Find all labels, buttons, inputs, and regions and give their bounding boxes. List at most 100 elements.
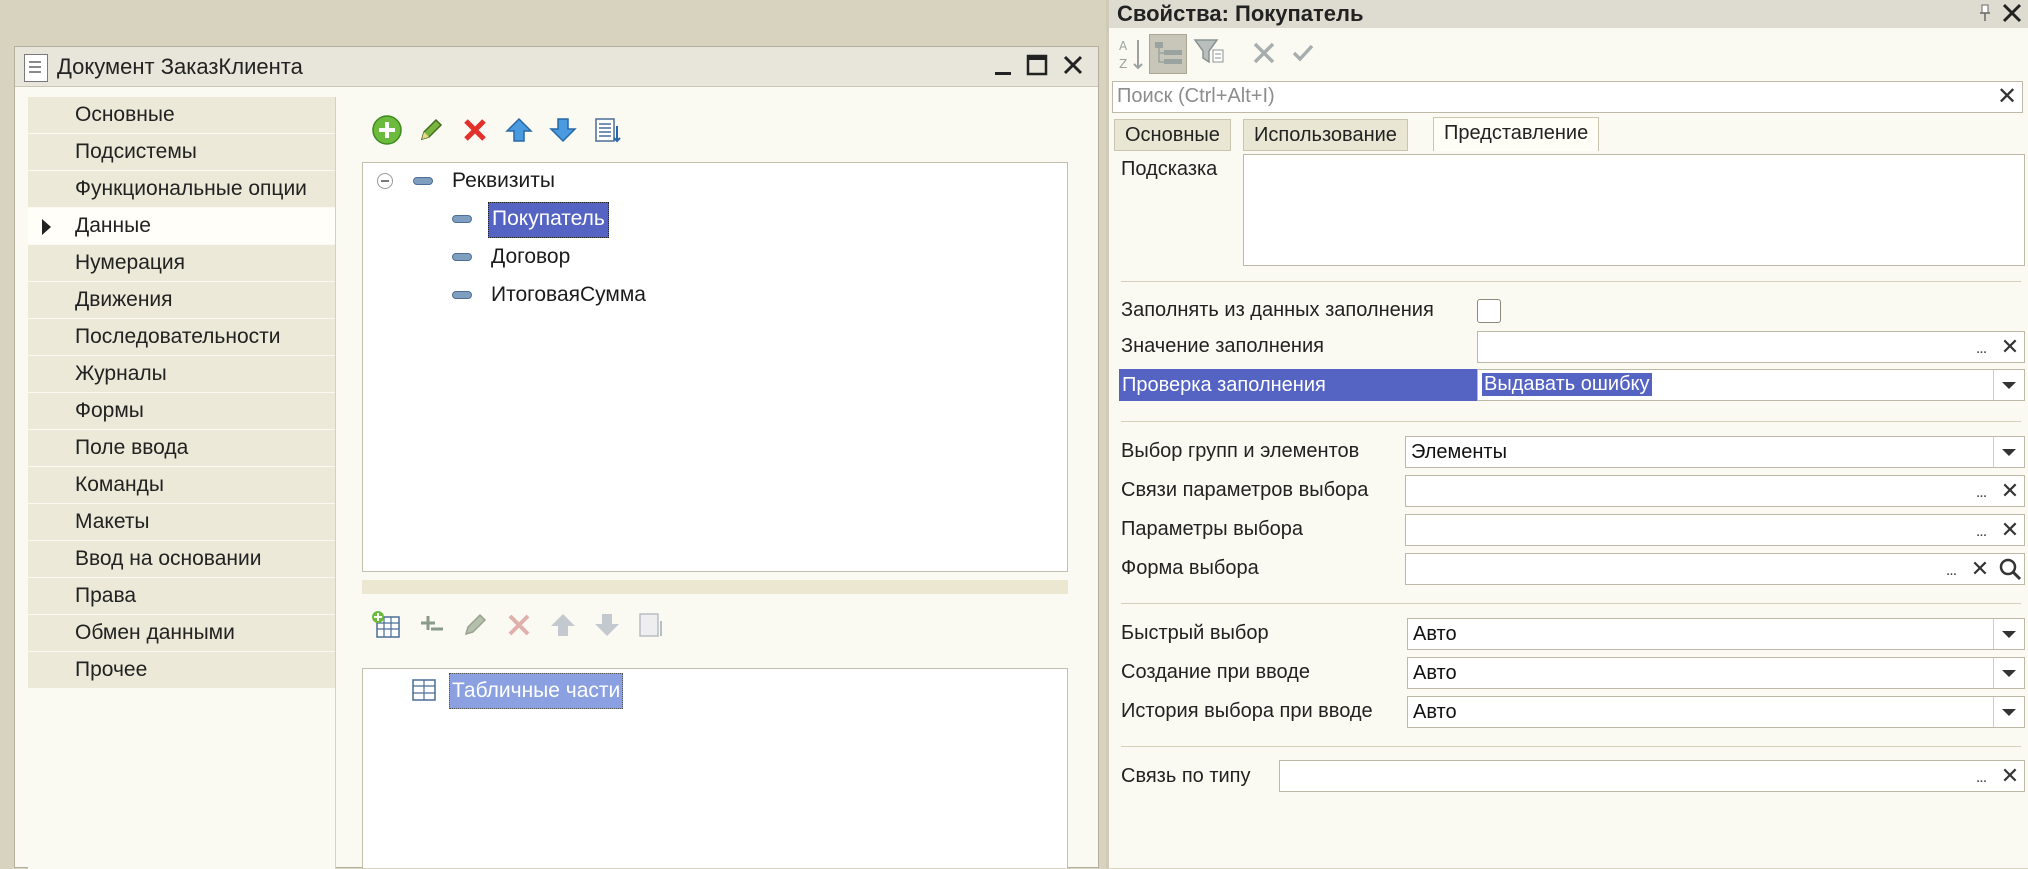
add-column-button[interactable] bbox=[414, 608, 448, 642]
choice-params-select-button[interactable]: ... bbox=[1968, 517, 1994, 543]
choice-history-select[interactable]: Авто bbox=[1407, 696, 2025, 728]
pencil-icon bbox=[420, 118, 443, 141]
choice-form-field[interactable]: ... ✕ bbox=[1405, 553, 2025, 585]
choice-groups-select[interactable]: Элементы bbox=[1405, 436, 2025, 468]
quick-choice-label: Быстрый выбор bbox=[1121, 622, 1269, 644]
sort-tabular-button[interactable] bbox=[634, 608, 668, 642]
add-table-icon bbox=[372, 611, 400, 638]
create-on-input-select[interactable]: Авто bbox=[1407, 657, 2025, 689]
cancel-button[interactable] bbox=[1251, 40, 1277, 72]
section-item[interactable]: Движения bbox=[28, 282, 335, 319]
section-item[interactable]: Формы bbox=[28, 393, 335, 430]
properties-close-button[interactable] bbox=[2000, 1, 2024, 31]
maximize-button[interactable] bbox=[1021, 51, 1053, 83]
add-button[interactable] bbox=[370, 113, 404, 147]
check-icon bbox=[1292, 44, 1314, 62]
section-item[interactable]: Журналы bbox=[28, 356, 335, 393]
section-item-label: Команды bbox=[75, 473, 164, 496]
section-item[interactable]: Нумерация bbox=[28, 245, 335, 282]
section-item[interactable]: Макеты bbox=[28, 504, 335, 541]
section-item-label: Данные bbox=[75, 214, 151, 237]
choice-groups-value: Элементы bbox=[1411, 441, 1507, 463]
attribute-icon bbox=[452, 253, 472, 261]
section-item[interactable]: Данные bbox=[28, 208, 335, 245]
edit-button[interactable] bbox=[414, 113, 448, 147]
chevron-down-icon[interactable] bbox=[1993, 619, 2024, 649]
type-link-label: Связь по типу bbox=[1121, 765, 1251, 787]
chevron-down-icon[interactable] bbox=[1993, 697, 2024, 727]
apply-button[interactable] bbox=[1291, 42, 1315, 70]
close-button[interactable] bbox=[1057, 51, 1089, 83]
properties-search[interactable]: Поиск (Ctrl+Alt+I) ✕ bbox=[1112, 81, 2023, 113]
choice-links-clear-button[interactable]: ✕ bbox=[1996, 477, 2024, 505]
section-item[interactable]: Прочее bbox=[28, 652, 335, 689]
document-title: Документ ЗаказКлиента bbox=[57, 54, 303, 79]
pencil-icon bbox=[464, 613, 487, 636]
sort-alpha-button[interactable]: AZ bbox=[1117, 36, 1147, 78]
move-up-tabular-button[interactable] bbox=[546, 608, 580, 642]
delete-tabular-button[interactable] bbox=[502, 608, 536, 642]
splitter[interactable] bbox=[362, 580, 1068, 594]
section-item[interactable]: Последовательности bbox=[28, 319, 335, 356]
section-item-label: Права bbox=[75, 584, 137, 607]
section-item-label: Подсистемы bbox=[75, 140, 197, 163]
fill-check-select[interactable]: Выдавать ошибку bbox=[1477, 369, 2025, 401]
fill-value-clear-button[interactable]: ✕ bbox=[1996, 333, 2024, 361]
tree-item-attribute[interactable]: Покупатель bbox=[488, 202, 609, 238]
choice-params-clear-button[interactable]: ✕ bbox=[1996, 516, 2024, 544]
section-item-label: Журналы bbox=[75, 362, 167, 385]
fill-value-field[interactable]: ... ✕ bbox=[1477, 331, 2025, 363]
section-item-label: Прочее bbox=[75, 658, 148, 681]
tab-basic[interactable]: Основные bbox=[1114, 119, 1231, 151]
type-link-field[interactable]: ... ✕ bbox=[1279, 760, 2025, 792]
choice-history-value: Авто bbox=[1413, 701, 1457, 723]
type-link-select-button[interactable]: ... bbox=[1968, 763, 1994, 789]
section-item[interactable]: Обмен данными bbox=[28, 615, 335, 652]
chevron-down-icon[interactable] bbox=[1993, 437, 2024, 467]
choice-form-clear-button[interactable]: ✕ bbox=[1966, 555, 1994, 583]
tree-item-attribute[interactable]: ИтоговаяСумма bbox=[491, 279, 646, 311]
pin-icon[interactable] bbox=[1978, 4, 1992, 28]
categorized-button[interactable] bbox=[1149, 34, 1187, 74]
filter-button[interactable] bbox=[1191, 34, 1227, 76]
move-down-tabular-button[interactable] bbox=[590, 608, 624, 642]
delete-button[interactable] bbox=[458, 113, 492, 147]
section-item[interactable]: Ввод на основании bbox=[28, 541, 335, 578]
tree-root-attributes[interactable]: Реквизиты bbox=[452, 165, 555, 197]
section-item[interactable]: Права bbox=[28, 578, 335, 615]
section-item[interactable]: Функциональные опции bbox=[28, 171, 335, 208]
section-item[interactable]: Подсистемы bbox=[28, 134, 335, 171]
document-titlebar: Документ ЗаказКлиента bbox=[15, 47, 1098, 87]
section-item[interactable]: Основные bbox=[28, 97, 335, 134]
chevron-down-icon[interactable] bbox=[1993, 658, 2024, 688]
quick-choice-select[interactable]: Авто bbox=[1407, 618, 2025, 650]
tree-root-tabular[interactable]: Табличные части bbox=[449, 673, 624, 709]
sort-button[interactable] bbox=[590, 113, 624, 147]
move-up-button[interactable] bbox=[502, 113, 536, 147]
fill-value-select-button[interactable]: ... bbox=[1968, 334, 1994, 360]
minimize-icon bbox=[995, 72, 1011, 75]
search-clear-button[interactable]: ✕ bbox=[1993, 82, 2021, 112]
section-item-label: Макеты bbox=[75, 510, 150, 533]
move-down-button[interactable] bbox=[546, 113, 580, 147]
chevron-down-icon[interactable] bbox=[1993, 370, 2024, 400]
edit-tabular-button[interactable] bbox=[458, 608, 492, 642]
choice-links-select-button[interactable]: ... bbox=[1968, 478, 1994, 504]
type-link-clear-button[interactable]: ✕ bbox=[1996, 762, 2024, 790]
minimize-button[interactable] bbox=[987, 51, 1019, 83]
section-item-label: Формы bbox=[75, 399, 144, 422]
hint-field[interactable] bbox=[1243, 154, 2025, 266]
choice-links-field[interactable]: ... ✕ bbox=[1405, 475, 2025, 507]
search-icon[interactable] bbox=[1998, 557, 2022, 587]
tab-usage[interactable]: Использование bbox=[1243, 119, 1408, 151]
choice-params-field[interactable]: ... ✕ bbox=[1405, 514, 2025, 546]
tree-item-attribute[interactable]: Договор bbox=[491, 241, 570, 273]
divider bbox=[1121, 603, 2021, 604]
section-item[interactable]: Команды bbox=[28, 467, 335, 504]
section-item[interactable]: Поле ввода bbox=[28, 430, 335, 467]
choice-form-select-button[interactable]: ... bbox=[1938, 556, 1964, 582]
tab-presentation[interactable]: Представление bbox=[1433, 117, 1600, 151]
collapse-icon[interactable] bbox=[377, 173, 393, 189]
add-tabular-button[interactable] bbox=[370, 608, 404, 642]
fill-from-data-checkbox[interactable] bbox=[1477, 299, 1501, 323]
